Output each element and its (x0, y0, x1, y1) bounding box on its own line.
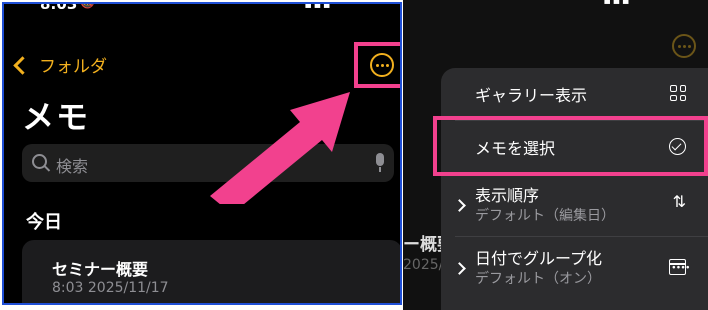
menu-label-gallery: ギャラリー表示 (475, 86, 588, 105)
chevron-right-icon (453, 262, 466, 275)
back-label: フォルダ (39, 57, 107, 77)
note-meta: 8:03 2025/11/17 (52, 280, 169, 296)
mute-icon: 🔕 (80, 2, 95, 9)
search-placeholder: 検索 (56, 157, 89, 176)
context-menu: ギャラリー表示 メモを選択 表示順序 デフォルト（編集日） ⇅ 日付でグループ化… (441, 68, 708, 310)
calendar-icon (669, 259, 690, 275)
pointer-arrow (210, 92, 350, 204)
search-icon (32, 154, 47, 169)
more-icon (672, 34, 696, 58)
page-title: メモ (22, 98, 91, 136)
right-screenshot: ▮▮▮ ー概要 2025/1 ギャラリー表示 メモを選択 表示順序 デフォルト（… (403, 0, 708, 310)
chevron-right-icon (453, 199, 466, 212)
more-icon[interactable] (370, 53, 394, 77)
status-time: 8:03 (40, 2, 78, 13)
menu-sub-group: デフォルト（オン） (475, 271, 601, 287)
left-screenshot: 8:03 🔕 ▮▮▮ フォルダ メモ 検索 今日 セミナー概要 8:03 202… (2, 2, 402, 305)
menu-label-sort: 表示順序 (475, 186, 540, 205)
chevron-left-icon (13, 55, 32, 75)
mic-icon[interactable] (376, 153, 384, 172)
menu-item-group-by-date[interactable]: 日付でグループ化 デフォルト（オン） (441, 237, 708, 299)
signal-icon: ▮▮▮ (603, 0, 631, 6)
signal-icon: ▮▮▮ (304, 4, 332, 10)
highlight-frame-select-notes (433, 116, 708, 176)
back-to-folders-button[interactable]: フォルダ (13, 52, 107, 77)
menu-item-sort[interactable]: 表示順序 デフォルト（編集日） ⇅ (441, 174, 708, 236)
sort-arrows-icon: ⇅ (672, 192, 686, 211)
grid-icon (670, 85, 686, 101)
note-list-item[interactable]: セミナー概要 8:03 2025/11/17 (22, 240, 400, 303)
section-header-today: 今日 (26, 212, 62, 233)
menu-label-group: 日付でグループ化 (475, 249, 603, 268)
menu-sub-sort: デフォルト（編集日） (475, 208, 615, 224)
note-title: セミナー概要 (52, 260, 149, 279)
arrow-shape (210, 92, 350, 204)
menu-item-gallery[interactable]: ギャラリー表示 (441, 68, 708, 120)
